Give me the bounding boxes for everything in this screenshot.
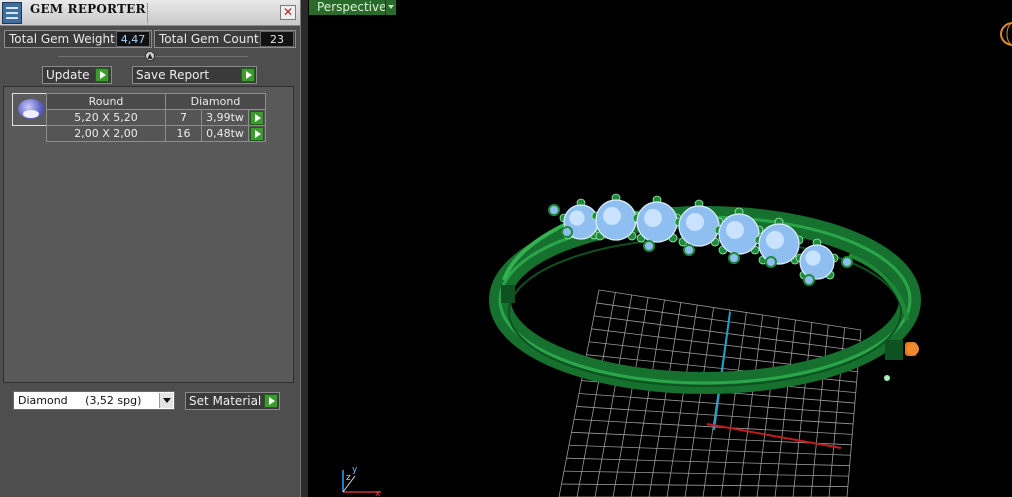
column-header-material: Diamond [165,93,266,110]
table-row[interactable]: 5,20 X 5,20 7 3,99tw [46,109,266,126]
grid-line [810,324,829,497]
app-icon [2,2,22,24]
small-gem-stone [561,226,573,238]
small-gem-stone [841,256,853,268]
axis-y-label: y [352,465,358,475]
small-gem-stone [803,274,815,286]
save-report-button[interactable]: Save Report [132,66,257,84]
axis-z-label: z [346,473,351,483]
table-header-row: Round Diamond [46,93,266,110]
small-gem-stone [643,240,655,252]
offscreen-object [1000,22,1012,46]
grid-x-axis [706,423,842,449]
total-gem-weight-label: Total Gem Weight [9,32,115,46]
update-label: Update [46,68,90,82]
gem-reporter-panel: GEM REPORTER ✕ Total Gem Weight 4,47 Tot… [0,0,300,497]
grid-line [774,319,796,497]
axis-gizmo: y z x [342,465,381,497]
view-mode-dropdown-icon[interactable] [385,0,396,15]
save-report-label: Save Report [136,68,210,82]
window-title: GEM REPORTER [30,2,146,16]
small-gem-stone [728,252,740,264]
gem-size: 2,00 X 2,00 [46,125,166,142]
gem-facet [686,213,704,231]
gem-size: 5,20 X 5,20 [46,109,166,126]
save-report-play-icon[interactable] [241,68,255,82]
view-mode-label[interactable]: Perspective [309,0,395,15]
round-gem-icon [12,93,48,126]
small-gem-stone [765,256,777,268]
update-play-icon[interactable] [95,68,109,82]
gem-facet [569,210,585,226]
gem-results-area: Round Diamond 5,20 X 5,20 7 3,99tw 2,00 … [3,86,294,383]
row-select-button[interactable] [248,109,266,126]
total-gem-count-label: Total Gem Count [159,32,259,46]
axis-x-label: x [375,489,381,497]
title-bar[interactable]: GEM REPORTER ✕ [0,0,300,26]
small-gem-stone [548,204,560,216]
gem-facet [726,221,744,239]
grid-line [568,444,851,456]
total-gem-weight-value: 4,47 [116,31,150,47]
viewport-scene: y z x [342,22,1012,497]
gem-facet [766,231,784,249]
table-row[interactable]: 2,00 X 2,00 16 0,48tw [46,125,266,142]
gem-count: 16 [165,125,202,142]
grid-y-axis [713,311,731,431]
set-material-label: Set Material [189,394,262,408]
clasp [905,342,919,356]
set-material-play-icon[interactable] [264,394,278,408]
gem-weight: 0,48tw [201,125,249,142]
row-play-icon[interactable] [250,110,264,125]
row-play-icon[interactable] [250,126,264,141]
gem-facet [644,209,662,227]
title-divider [147,3,148,23]
small-gem-stone [683,244,695,256]
gem-weight: 3,99tw [201,109,249,126]
material-select[interactable]: Diamond (3,52 spg) [13,391,175,410]
row-select-button[interactable] [248,125,266,142]
grid-line [756,317,780,497]
panel-splitter[interactable] [300,0,308,497]
close-icon[interactable]: ✕ [280,5,296,20]
column-header-shape: Round [46,93,166,110]
gem-facet [805,250,821,266]
total-gem-count-value: 23 [260,31,294,47]
gem-table: Round Diamond 5,20 X 5,20 7 3,99tw 2,00 … [46,93,266,142]
gem-facet [603,207,621,225]
gem-count: 7 [165,109,202,126]
grid-line [792,322,813,497]
collapse-toggle-icon[interactable]: ▲ [145,51,155,61]
material-selected-value: Diamond (3,52 spg) [18,394,142,407]
3d-viewport[interactable]: y z x Perspective [309,0,1012,497]
chevron-down-icon[interactable] [159,393,173,408]
